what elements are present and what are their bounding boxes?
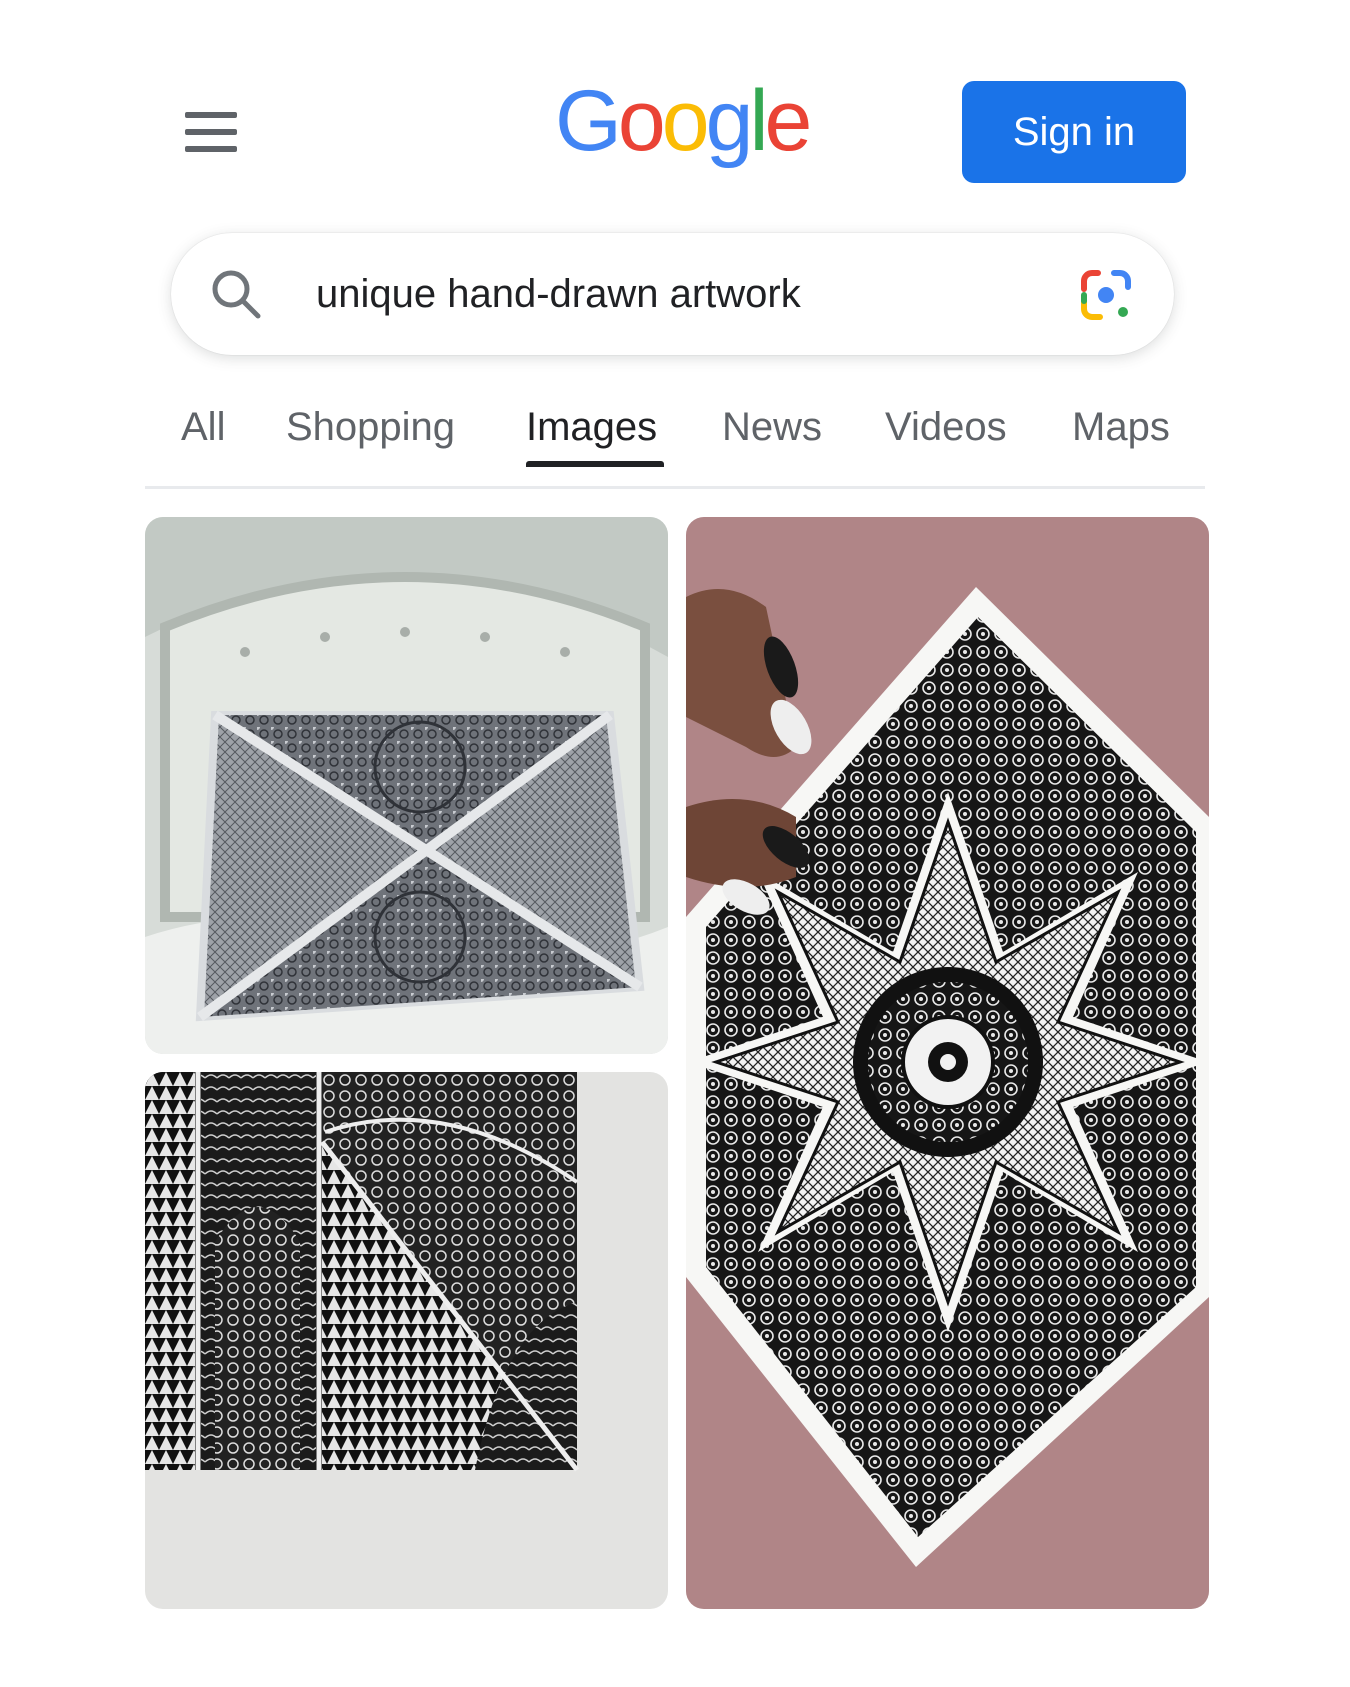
tab-images[interactable]: Images — [526, 405, 657, 450]
tab-all[interactable]: All — [181, 405, 225, 450]
image-result-1[interactable] — [145, 517, 668, 1054]
logo-letter: o — [617, 73, 666, 169]
hamburger-menu-icon[interactable] — [185, 112, 237, 152]
image-result-2[interactable] — [686, 517, 1209, 1609]
tab-news[interactable]: News — [722, 405, 822, 450]
mandala-envelope-artwork — [145, 517, 668, 1054]
search-tabs: All Shopping Images News Videos Maps — [0, 395, 1350, 465]
search-input[interactable] — [314, 257, 998, 331]
active-tab-indicator — [526, 461, 664, 467]
google-logo: Google — [555, 73, 813, 169]
search-bar[interactable] — [171, 233, 1174, 355]
logo-letter: o — [661, 73, 710, 169]
logo-letter: G — [555, 73, 622, 169]
sign-in-button[interactable]: Sign in — [962, 81, 1186, 183]
google-lens-icon[interactable] — [1076, 265, 1136, 325]
logo-letter: g — [705, 73, 754, 169]
tab-shopping[interactable]: Shopping — [286, 405, 455, 450]
tabs-divider — [145, 486, 1205, 489]
logo-letter: e — [764, 73, 813, 169]
mandala-star-artwork — [686, 517, 1209, 1609]
logo-letter: l — [749, 73, 768, 169]
zentangle-panel-artwork — [145, 1072, 668, 1609]
tab-maps[interactable]: Maps — [1072, 405, 1170, 450]
tab-videos[interactable]: Videos — [885, 405, 1007, 450]
search-icon[interactable] — [209, 267, 263, 321]
image-result-3[interactable] — [145, 1072, 668, 1609]
